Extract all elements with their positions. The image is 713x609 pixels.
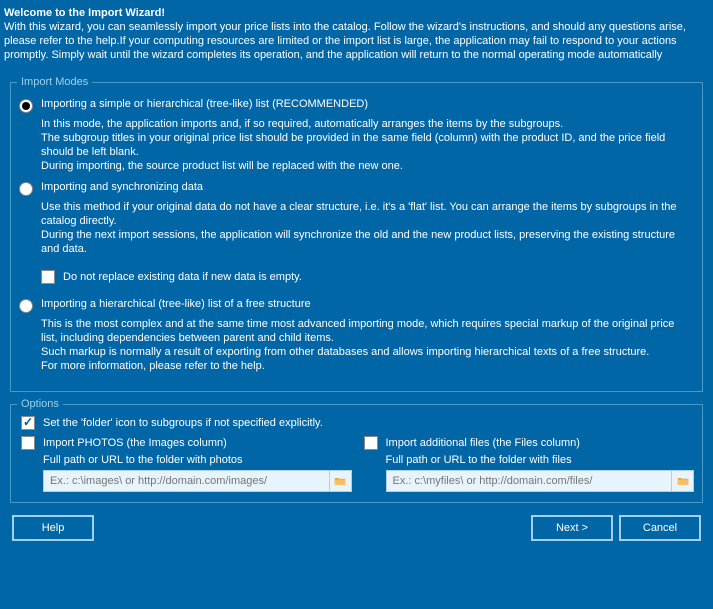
photos-browse-button[interactable] [330, 470, 352, 492]
photos-path-label: Full path or URL to the folder with phot… [43, 454, 352, 466]
options-legend: Options [17, 398, 63, 410]
cancel-button[interactable]: Cancel [619, 515, 701, 541]
files-browse-button[interactable] [672, 470, 694, 492]
mode-sync-label[interactable]: Importing and synchronizing data [41, 181, 203, 193]
do-not-replace-label: Do not replace existing data if new data… [63, 271, 302, 283]
folder-icon-row[interactable]: Set the 'folder' icon to subgroups if no… [21, 416, 702, 430]
mode-simple-label[interactable]: Importing a simple or hierarchical (tree… [41, 98, 368, 110]
photos-path-input[interactable] [43, 470, 330, 492]
import-files-label: Import additional files (the Files colum… [386, 437, 580, 449]
mode-free-desc: This is the most complex and at the same… [41, 317, 690, 373]
import-files-row[interactable]: Import additional files (the Files colum… [364, 436, 695, 450]
mode-sync-radio[interactable] [19, 182, 33, 196]
mode-sync-desc: Use this method if your original data do… [41, 200, 690, 256]
folder-icon [677, 476, 689, 486]
wizard-header: Welcome to the Import Wizard! With this … [0, 0, 713, 70]
files-column: Import additional files (the Files colum… [362, 432, 695, 492]
mode-simple-desc: In this mode, the application imports an… [41, 117, 690, 173]
folder-icon-label: Set the 'folder' icon to subgroups if no… [43, 417, 323, 429]
options-group: Options Set the 'folder' icon to subgrou… [10, 398, 703, 503]
import-files-checkbox[interactable] [364, 436, 378, 450]
folder-icon [334, 476, 346, 486]
wizard-title: Welcome to the Import Wizard! [4, 6, 703, 20]
do-not-replace-row[interactable]: Do not replace existing data if new data… [41, 270, 694, 284]
import-photos-checkbox[interactable] [21, 436, 35, 450]
files-path-input[interactable] [386, 470, 673, 492]
button-bar: Help Next > Cancel [0, 509, 713, 549]
import-modes-legend: Import Modes [17, 76, 92, 88]
mode-simple-block: Importing a simple or hierarchical (tree… [19, 98, 694, 173]
help-button[interactable]: Help [12, 515, 94, 541]
mode-free-block: Importing a hierarchical (tree-like) lis… [19, 298, 694, 373]
mode-sync-block: Importing and synchronizing data Use thi… [19, 181, 694, 284]
files-path-label: Full path or URL to the folder with file… [386, 454, 695, 466]
do-not-replace-checkbox[interactable] [41, 270, 55, 284]
import-modes-group: Import Modes Importing a simple or hiera… [10, 76, 703, 392]
next-button[interactable]: Next > [531, 515, 613, 541]
mode-free-label[interactable]: Importing a hierarchical (tree-like) lis… [41, 298, 311, 310]
import-photos-row[interactable]: Import PHOTOS (the Images column) [21, 436, 352, 450]
mode-free-radio[interactable] [19, 299, 33, 313]
photos-column: Import PHOTOS (the Images column) Full p… [19, 432, 352, 492]
wizard-description: With this wizard, you can seamlessly imp… [4, 20, 703, 62]
folder-icon-checkbox[interactable] [21, 416, 35, 430]
mode-simple-radio[interactable] [19, 99, 33, 113]
import-photos-label: Import PHOTOS (the Images column) [43, 437, 227, 449]
